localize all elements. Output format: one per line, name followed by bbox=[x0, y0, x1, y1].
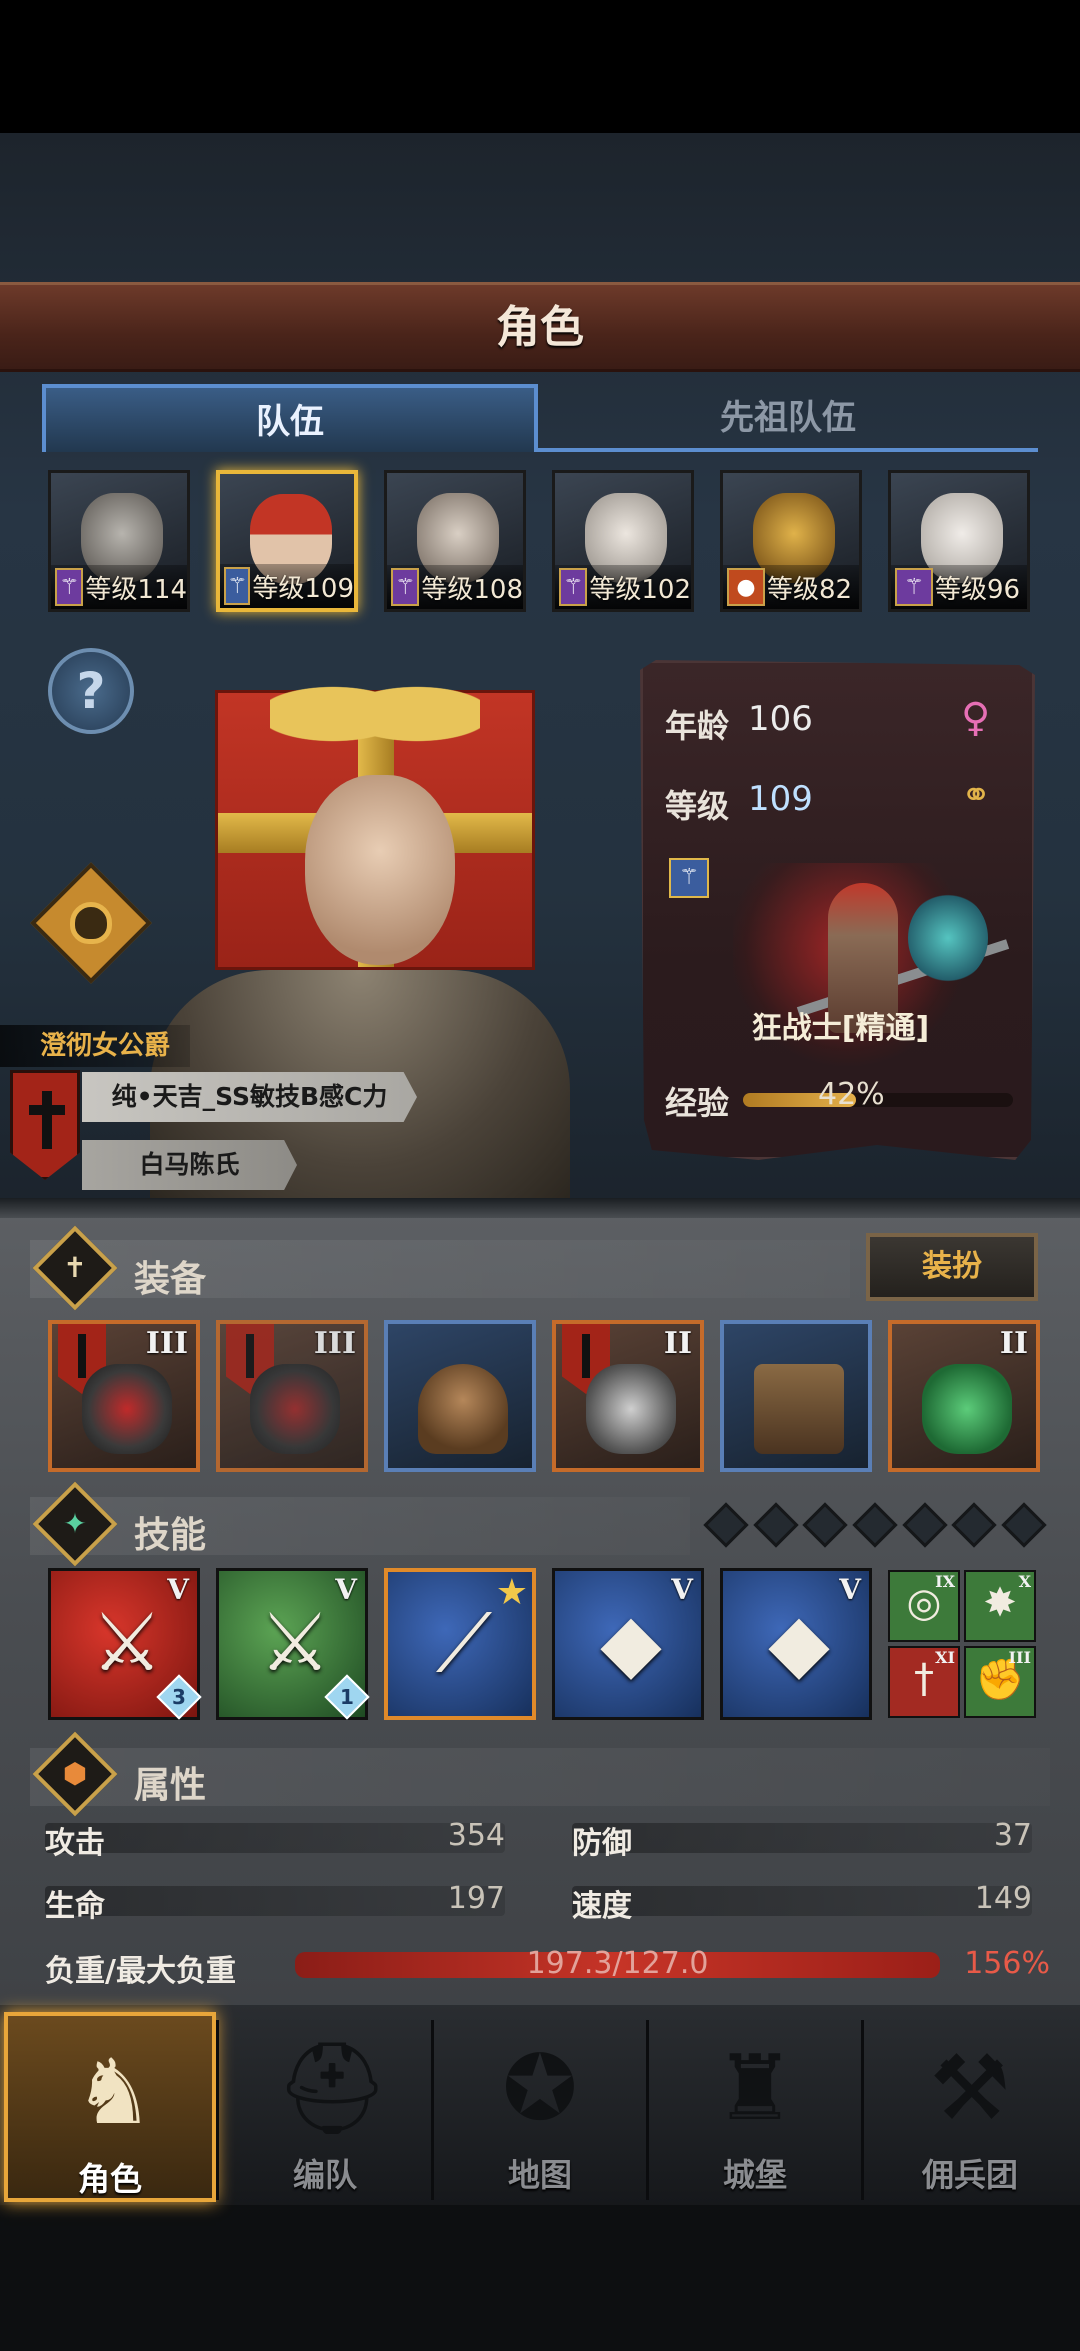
attack-label: 攻击 bbox=[45, 1826, 105, 1861]
nav-formation[interactable]: ⛑ 编队 bbox=[219, 2012, 431, 2202]
character-name[interactable]: 纯•天吉_SS敏技B感C力 bbox=[82, 1072, 417, 1122]
wand-icon: ⚚ bbox=[559, 568, 588, 606]
family-name: 白马陈氏 bbox=[82, 1140, 297, 1190]
hero-level: 等级82 bbox=[767, 574, 853, 605]
equipment-title: 装备 bbox=[134, 1259, 207, 1300]
age-value: 106 bbox=[748, 699, 813, 739]
skill-slot[interactable]: ⚔ V 1 bbox=[216, 1568, 370, 1720]
page-title-bar: 角色 bbox=[0, 282, 1080, 372]
question-icon: ? bbox=[76, 662, 106, 720]
star-icon: ★ bbox=[495, 1572, 528, 1613]
castle-icon: ♜ bbox=[714, 2036, 796, 2141]
tab-ancestor-team[interactable]: 先祖队伍 bbox=[538, 384, 1038, 452]
compass-icon: ✪ bbox=[502, 2036, 578, 2141]
female-icon: ♀ bbox=[961, 695, 991, 741]
passive-skill-slot[interactable]: † XI bbox=[888, 1646, 960, 1718]
character-info-panel: 年龄 106 ♀ 等级 109 ⚭ ⚚ 狂战士[精通] 经验 42% bbox=[640, 660, 1035, 1160]
equipment-slot-boots[interactable] bbox=[720, 1320, 872, 1472]
nav-label: 地图 bbox=[507, 2156, 572, 2194]
nav-label: 角色 bbox=[77, 2160, 142, 2198]
panel-divider bbox=[0, 1198, 1080, 1218]
crystal-sword-icon: ◆ bbox=[600, 1596, 662, 1689]
sword-slash-icon: ⚔ bbox=[91, 1596, 163, 1689]
passive-skill-slot[interactable]: ✊ III bbox=[964, 1646, 1036, 1718]
nav-label: 编队 bbox=[292, 2156, 357, 2194]
skill-slot[interactable]: ◆ V bbox=[552, 1568, 704, 1720]
mercenary-icon: ⚒ bbox=[929, 2036, 1011, 2141]
page-title: 角色 bbox=[496, 302, 584, 353]
passive-skill-slot[interactable]: ✸ X bbox=[964, 1570, 1036, 1642]
equipment-slot-accessory[interactable]: II bbox=[888, 1320, 1040, 1472]
hero-card[interactable]: ⚚ 等级96 bbox=[888, 470, 1030, 612]
wand-icon: ⚚ bbox=[224, 567, 251, 605]
help-button[interactable]: ? bbox=[48, 648, 134, 734]
wand-icon: ⚚ bbox=[895, 568, 933, 606]
hero-level: 等级96 bbox=[935, 574, 1021, 605]
knight-icon: ♞ bbox=[73, 2040, 155, 2145]
exp-percent: 42% bbox=[818, 1077, 885, 1112]
exp-label: 经验 bbox=[665, 1084, 730, 1122]
helmet-icon: ⛑ bbox=[275, 2036, 390, 2141]
bear-icon: ● bbox=[727, 568, 765, 606]
dagger-strike-icon: ⚔ bbox=[259, 1596, 331, 1689]
nav-mercenary[interactable]: ⚒ 佣兵团 bbox=[864, 2012, 1076, 2202]
nav-map[interactable]: ✪ 地图 bbox=[434, 2012, 646, 2202]
speed-label: 速度 bbox=[572, 1889, 632, 1924]
hero-card[interactable]: ● 等级82 bbox=[720, 470, 862, 612]
hero-card-selected[interactable]: ⚚ 等级109 bbox=[216, 470, 358, 612]
skill-slot[interactable]: ⟋ ★ bbox=[384, 1568, 536, 1720]
wand-icon: ⚚ bbox=[55, 568, 84, 606]
equipment-slot-armor[interactable]: II bbox=[552, 1320, 704, 1472]
potion-icon bbox=[70, 902, 112, 944]
defense-label: 防御 bbox=[572, 1826, 632, 1861]
status-bar-area bbox=[0, 0, 1080, 133]
skill-slot[interactable]: ⚔ V 3 bbox=[48, 1568, 202, 1720]
nav-castle[interactable]: ♜ 城堡 bbox=[649, 2012, 861, 2202]
tab-team[interactable]: 队伍 bbox=[42, 384, 538, 452]
hero-card[interactable]: ⚚ 等级114 bbox=[48, 470, 190, 612]
attack-value: 354 bbox=[447, 1818, 505, 1853]
nav-label: 佣兵团 bbox=[921, 2156, 1018, 2194]
hero-card[interactable]: ⚚ 等级108 bbox=[384, 470, 526, 612]
load-percent: 156% bbox=[964, 1946, 1050, 1981]
character-title: 澄彻女公爵 bbox=[0, 1025, 190, 1067]
hero-card[interactable]: ⚚ 等级102 bbox=[552, 470, 694, 612]
skills-header-strip bbox=[30, 1497, 690, 1555]
load-value: 197.3/127.0 bbox=[526, 1946, 709, 1981]
nav-label: 城堡 bbox=[722, 2156, 787, 2194]
wand-icon: ⚚ bbox=[669, 858, 709, 898]
hp-label: 生命 bbox=[45, 1889, 105, 1924]
character-face-art bbox=[305, 775, 455, 965]
skills-title: 技能 bbox=[134, 1515, 207, 1556]
skill-points-indicator bbox=[703, 1502, 1047, 1548]
crystal-strike-icon: ◆ bbox=[768, 1596, 830, 1689]
defense-value: 37 bbox=[993, 1818, 1032, 1853]
level-value: 109 bbox=[748, 779, 813, 819]
equipment-slot-helmet[interactable] bbox=[384, 1320, 536, 1472]
attributes-title: 属性 bbox=[134, 1765, 207, 1806]
bottom-system-area bbox=[0, 2205, 1080, 2351]
hero-level: 等级114 bbox=[85, 574, 187, 605]
hero-level: 等级109 bbox=[252, 573, 354, 604]
skill-slot[interactable]: ◆ V bbox=[720, 1568, 872, 1720]
load-label: 负重/最大负重 bbox=[45, 1954, 236, 1989]
wand-icon: ⚚ bbox=[391, 568, 420, 606]
speed-value: 149 bbox=[974, 1881, 1032, 1916]
level-label: 等级 bbox=[665, 787, 730, 825]
gift-bow-art bbox=[270, 660, 480, 750]
nav-character[interactable]: ♞ 角色 bbox=[4, 2012, 216, 2202]
ring-icon[interactable]: ⚭ bbox=[961, 775, 991, 816]
equipment-slot-offhand[interactable]: III bbox=[216, 1320, 368, 1472]
hero-level: 等级102 bbox=[589, 574, 691, 605]
hp-value: 197 bbox=[447, 1881, 505, 1916]
hero-level: 等级108 bbox=[421, 574, 523, 605]
equipment-slot-weapon[interactable]: III bbox=[48, 1320, 200, 1472]
age-label: 年龄 bbox=[665, 707, 730, 745]
dress-up-button[interactable]: 装扮 bbox=[866, 1233, 1038, 1301]
passive-skill-slot[interactable]: ◎ IX bbox=[888, 1570, 960, 1642]
class-name: 狂战士[精通] bbox=[751, 1011, 930, 1046]
